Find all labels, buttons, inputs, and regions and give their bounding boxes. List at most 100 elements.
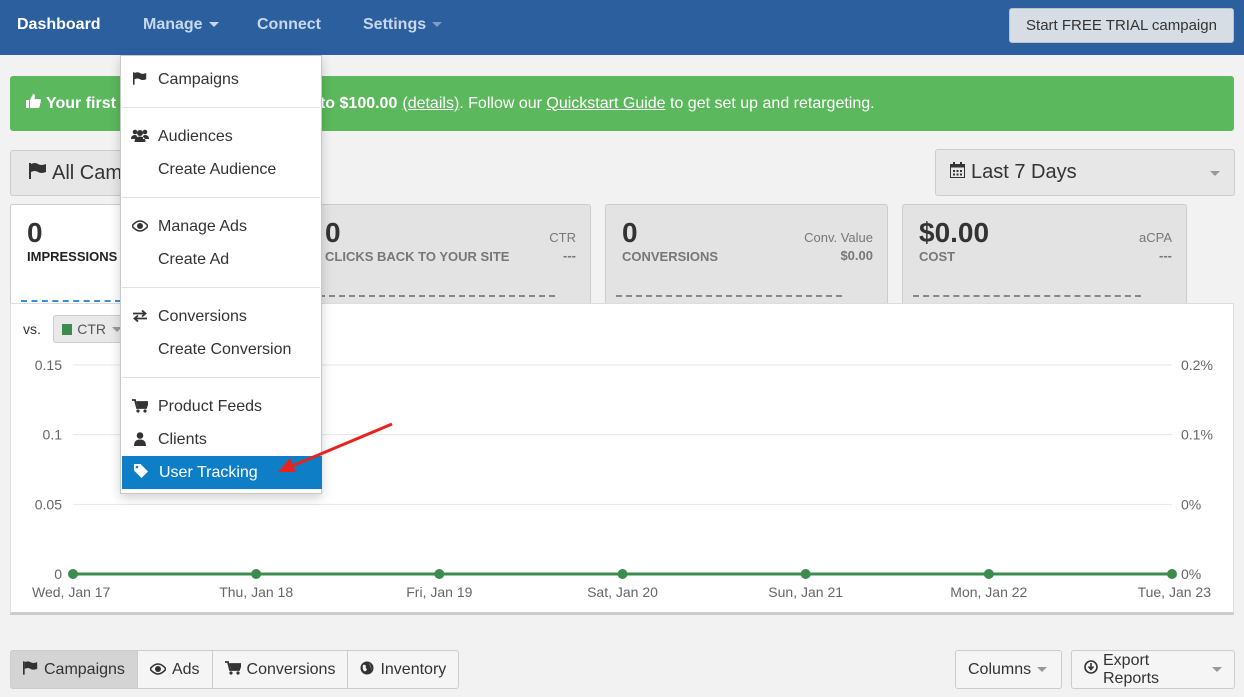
flag-icon	[29, 162, 47, 185]
menu-item-label: Product Feeds	[158, 398, 263, 415]
menu-item-audiences[interactable]: Audiences	[121, 122, 321, 152]
card-side-value: ---	[563, 248, 576, 263]
card-label: CONVERSIONS	[622, 249, 719, 264]
tab-label: Ads	[171, 660, 200, 678]
globe-icon	[360, 661, 374, 678]
card-value: 0	[27, 217, 43, 248]
x-tick-label: Sat, Jan 20	[587, 584, 658, 600]
users-icon	[121, 129, 158, 145]
download-icon	[1084, 660, 1098, 679]
card-side-label: aCPA	[1139, 230, 1172, 245]
sparkline	[21, 300, 121, 302]
calendar-icon	[950, 161, 965, 184]
exchange-icon	[121, 309, 158, 325]
conversions-card[interactable]: 0 CONVERSIONS Conv. Value $0.00	[605, 204, 888, 304]
card-side-label: CTR	[549, 230, 576, 245]
card-label: IMPRESSIONS S	[27, 249, 130, 264]
metric-color-swatch	[62, 323, 73, 335]
menu-divider	[122, 377, 320, 378]
menu-divider	[122, 197, 320, 198]
y-right-tick-label: 0.1%	[1181, 427, 1213, 443]
tab-inventory[interactable]: Inventory	[347, 650, 460, 689]
menu-item-user-tracking[interactable]: User Tracking	[122, 456, 322, 489]
nav-manage[interactable]: Manage	[143, 16, 219, 34]
card-side-stat: aCPA ---	[1139, 229, 1172, 265]
card-side-stat: Conv. Value $0.00	[804, 229, 873, 265]
data-point[interactable]	[617, 569, 628, 579]
export-reports-button[interactable]: Export Reports	[1071, 650, 1235, 689]
tab-label: Inventory	[380, 660, 447, 678]
columns-label: Columns	[968, 660, 1032, 678]
sparkline	[616, 295, 842, 297]
x-tick-label: Thu, Jan 18	[219, 584, 293, 600]
y-right-tick-label: 0%	[1181, 566, 1201, 582]
cart-icon	[121, 398, 158, 416]
y-right-tick-label: 0.2%	[1181, 357, 1213, 373]
metric-label: CTR	[77, 321, 106, 337]
card-side-label: Conv. Value	[804, 230, 873, 245]
tab-conversions[interactable]: Conversions	[211, 650, 349, 689]
tab-campaigns[interactable]: Campaigns	[10, 650, 138, 689]
data-point[interactable]	[434, 569, 445, 579]
data-point[interactable]	[983, 569, 994, 579]
manage-dropdown-menu: Campaigns Audiences Create Audience Mana…	[120, 55, 322, 494]
start-trial-button[interactable]: Start FREE TRIAL campaign	[1009, 8, 1234, 43]
x-tick-label: Mon, Jan 22	[950, 584, 1027, 600]
sparkline	[319, 295, 555, 297]
menu-item-label: Create Audience	[158, 161, 277, 178]
card-value: $0.00	[919, 217, 990, 248]
flag-icon	[121, 72, 158, 88]
menu-item-label: Campaigns	[158, 71, 239, 88]
nav-settings[interactable]: Settings	[363, 16, 443, 34]
tag-icon	[122, 464, 159, 481]
chevron-down-icon	[208, 22, 219, 28]
nav-dashboard[interactable]: Dashboard	[17, 16, 101, 34]
card-label: COST	[919, 249, 956, 264]
menu-item-product-feeds[interactable]: Product Feeds	[121, 392, 321, 422]
nav-connect[interactable]: Connect	[257, 16, 321, 34]
data-point[interactable]	[251, 569, 262, 579]
x-tick-label: Tue, Jan 23	[1138, 584, 1212, 600]
menu-item-create-ad[interactable]: Create Ad	[121, 245, 321, 275]
user-icon	[121, 431, 158, 449]
data-point[interactable]	[800, 569, 811, 579]
date-range-select[interactable]: Last 7 Days	[935, 149, 1235, 196]
thumbs-up-icon	[26, 94, 41, 113]
menu-item-campaigns[interactable]: Campaigns	[121, 65, 321, 95]
campaign-select-value: All Cam	[52, 161, 123, 184]
details-link[interactable]: (details)	[402, 95, 459, 113]
vs-label: vs.	[23, 321, 41, 337]
compare-metric-select[interactable]: CTR	[53, 315, 123, 343]
top-navbar: Dashboard Manage Connect Settings Start …	[0, 0, 1244, 55]
columns-button[interactable]: Columns	[955, 650, 1062, 689]
banner-bold-start: Your first	[46, 94, 116, 112]
chevron-down-icon	[1210, 171, 1220, 176]
card-side-stat: CTR ---	[549, 229, 576, 265]
x-tick-label: Wed, Jan 17	[32, 584, 111, 600]
menu-item-clients[interactable]: Clients	[121, 425, 321, 455]
card-side-value: $0.00	[840, 248, 873, 263]
card-label: CLICKS BACK TO YOUR SITE	[325, 249, 510, 264]
y-left-tick-label: 0	[54, 566, 62, 582]
banner-mid-text: . Follow our	[459, 94, 547, 112]
menu-item-manage-ads[interactable]: Manage Ads	[121, 212, 321, 242]
tab-label: Conversions	[246, 660, 336, 678]
menu-item-conversions[interactable]: Conversions	[121, 302, 321, 332]
clicks-card[interactable]: 0 CLICKS BACK TO YOUR SITE CTR ---	[308, 204, 591, 304]
cart-icon	[224, 661, 242, 678]
menu-item-label: Manage Ads	[158, 218, 247, 235]
data-point[interactable]	[1167, 569, 1177, 579]
cost-card[interactable]: $0.00 COST aCPA ---	[902, 204, 1187, 304]
data-point[interactable]	[68, 569, 78, 579]
menu-item-create-conversion[interactable]: Create Conversion	[121, 335, 321, 365]
menu-divider	[122, 107, 320, 108]
nav-settings-label: Settings	[363, 16, 427, 33]
quickstart-guide-link[interactable]: Quickstart Guide	[546, 95, 665, 113]
tab-label: Campaigns	[44, 660, 125, 678]
menu-item-create-audience[interactable]: Create Audience	[121, 155, 321, 185]
date-range-value: Last 7 Days	[971, 161, 1077, 183]
sparkline	[913, 295, 1141, 297]
chevron-down-icon	[432, 22, 443, 28]
y-left-tick-label: 0.1	[43, 427, 63, 443]
tab-ads[interactable]: Ads	[136, 650, 213, 689]
